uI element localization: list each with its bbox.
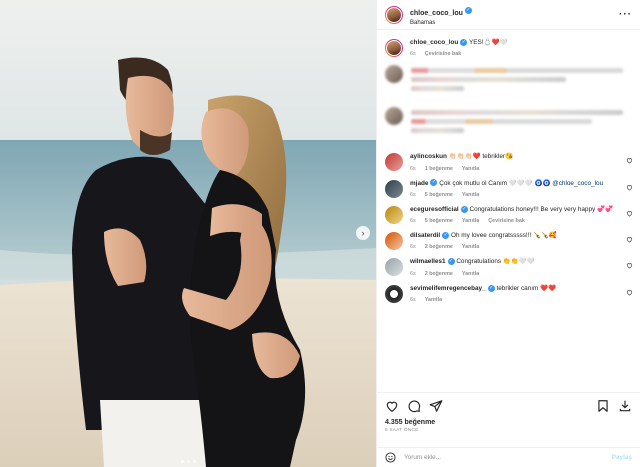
avatar[interactable] bbox=[385, 284, 403, 303]
emoji-icon[interactable] bbox=[385, 452, 396, 463]
post-timestamp: 6 SAAT ÖNCE bbox=[385, 428, 419, 433]
avatar[interactable] bbox=[385, 205, 403, 224]
blurred-comment bbox=[377, 107, 640, 149]
likes-count[interactable]: 4.355 beğenme bbox=[385, 419, 632, 426]
comment-likes[interactable]: 2 beğenme bbox=[425, 244, 453, 250]
carousel-dot bbox=[186, 460, 190, 463]
caption-username[interactable]: chloe_coco_lou bbox=[410, 39, 458, 46]
caption-text: YES!💍❤️🤍 bbox=[468, 39, 508, 46]
add-comment-bar: Paylaş bbox=[377, 447, 640, 467]
post-location[interactable]: Bahamas bbox=[410, 20, 472, 27]
comment-mention[interactable]: @chloe_coco_lou bbox=[552, 180, 603, 187]
post-actions: 4.355 beğenme 6 SAAT ÖNCE bbox=[377, 392, 640, 433]
heart-icon[interactable] bbox=[626, 210, 633, 217]
reply-button[interactable]: Yanıtla bbox=[462, 192, 479, 198]
verified-badge-icon: ✓ bbox=[464, 7, 472, 15]
translate-button[interactable]: Çevirisine bak bbox=[488, 218, 525, 224]
avatar[interactable] bbox=[385, 39, 403, 57]
comment-text: 👏🏻👏🏻👏🏻❤️ tebrikler😘 bbox=[448, 153, 514, 161]
comment-username[interactable]: sevimelifemregencebay_ bbox=[410, 285, 486, 292]
post-side-panel: chloe_coco_lou ✓ Bahamas ··· chloe_coco_l… bbox=[376, 0, 640, 467]
comment-username[interactable]: dilsaterdil bbox=[410, 232, 440, 239]
avatar[interactable] bbox=[385, 179, 403, 198]
author-username[interactable]: chloe_coco_lou bbox=[410, 10, 463, 17]
carousel-dot bbox=[192, 460, 196, 463]
reply-button[interactable]: Yanıtla bbox=[462, 244, 479, 250]
carousel-dot bbox=[180, 460, 184, 463]
comment-likes[interactable]: 5 beğenme bbox=[425, 218, 453, 224]
reply-button[interactable]: Yanıtla bbox=[462, 166, 479, 172]
verified-badge-icon: ✓ bbox=[447, 258, 455, 266]
comment: dilsaterdil ✓ Oh my lovee congratsssss!!!… bbox=[377, 228, 640, 250]
comment-username[interactable]: mjade bbox=[410, 180, 428, 187]
avatar[interactable] bbox=[385, 232, 403, 251]
comment: aylincoskun 👏🏻👏🏻👏🏻❤️ tebrikler😘 6s 1 beğe… bbox=[377, 149, 640, 172]
verified-badge-icon: ✓ bbox=[430, 179, 438, 187]
comment-likes[interactable]: 2 beğenme bbox=[425, 271, 453, 277]
caption: chloe_coco_lou ✓ YES!💍❤️🤍 6s Çevirisine ba… bbox=[377, 34, 640, 57]
comment-text: Çok çok mutlu ol Canım 🤍🤍🤍 🧿🧿 bbox=[439, 179, 551, 187]
heart-icon[interactable] bbox=[626, 262, 633, 269]
heart-icon[interactable] bbox=[385, 399, 399, 413]
avatar bbox=[385, 65, 403, 84]
comment-text: Congratulations honey!!! Be very very ha… bbox=[469, 205, 613, 213]
download-icon[interactable] bbox=[618, 399, 632, 413]
comment-input[interactable] bbox=[404, 454, 612, 461]
reply-button[interactable]: Yanıtla bbox=[425, 297, 442, 303]
comment-icon[interactable] bbox=[407, 399, 421, 413]
verified-badge-icon: ✓ bbox=[460, 205, 468, 213]
verified-badge-icon: ✓ bbox=[442, 231, 450, 239]
post-comment-button[interactable]: Paylaş bbox=[612, 454, 632, 461]
comment: eceguresofficial ✓ Congratulations honey!… bbox=[377, 202, 640, 224]
comment: sevimelifemregencebay_ ✓ tebrikler canım … bbox=[377, 281, 640, 303]
verified-badge-icon: ✓ bbox=[460, 38, 468, 46]
heart-icon[interactable] bbox=[626, 184, 633, 191]
beach-couple-image bbox=[0, 0, 376, 467]
post-photo[interactable]: › bbox=[0, 0, 376, 467]
comment-username[interactable]: wilmaelles1 bbox=[410, 258, 446, 265]
comment-likes[interactable]: 5 beğenme bbox=[425, 192, 453, 198]
bookmark-icon[interactable] bbox=[596, 399, 610, 413]
dot-icon: 6s bbox=[410, 51, 416, 58]
comment-text: Congratulations 👏👏🤍🤍 bbox=[456, 258, 535, 266]
share-icon[interactable] bbox=[429, 399, 443, 413]
carousel-next-button[interactable]: › bbox=[356, 226, 370, 240]
comments-list[interactable]: chloe_coco_lou ✓ YES!💍❤️🤍 6s Çevirisine ba… bbox=[377, 34, 640, 390]
carousel-dots bbox=[0, 460, 376, 463]
heart-icon[interactable] bbox=[626, 236, 633, 243]
avatar[interactable] bbox=[385, 153, 403, 172]
chevron-right-icon: › bbox=[361, 228, 365, 238]
post-header: chloe_coco_lou ✓ Bahamas ··· bbox=[377, 0, 640, 30]
blurred-comment bbox=[377, 65, 640, 107]
reply-button[interactable]: Yanıtla bbox=[462, 271, 479, 277]
reply-button[interactable]: Yanıtla bbox=[462, 218, 479, 224]
avatar[interactable] bbox=[385, 258, 403, 277]
translate-button[interactable]: Çevirisine bak bbox=[425, 51, 462, 57]
comment: mjade ✓ Çok çok mutlu ol Canım 🤍🤍🤍 🧿🧿 @ch… bbox=[377, 176, 640, 198]
avatar[interactable] bbox=[385, 5, 403, 24]
heart-icon[interactable] bbox=[626, 289, 633, 296]
comment-text: tebrikler canım ❤️❤️ bbox=[496, 284, 557, 292]
comment-username[interactable]: eceguresofficial bbox=[410, 206, 459, 213]
comment-username[interactable]: aylincoskun bbox=[410, 153, 447, 160]
comment-text: Oh my lovee congratsssss!!! 🍾🍾🥰 bbox=[450, 232, 557, 240]
comment-likes[interactable]: 1 beğenme bbox=[425, 166, 453, 172]
verified-badge-icon: ✓ bbox=[487, 284, 495, 292]
ellipsis-icon[interactable]: ··· bbox=[619, 9, 632, 20]
heart-icon[interactable] bbox=[626, 157, 633, 164]
avatar bbox=[385, 107, 403, 126]
comment: wilmaelles1 ✓ Congratulations 👏👏🤍🤍 6s 2 be… bbox=[377, 254, 640, 277]
